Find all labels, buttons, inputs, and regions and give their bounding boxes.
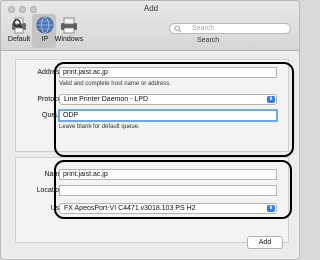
- search-field[interactable]: Search: [169, 23, 291, 34]
- use-driver-value: FX ApeosPort-VI C4471 v3018.103 PS H2: [64, 205, 196, 212]
- title-bar: Add Default IP Windows Search Search: [1, 1, 299, 51]
- window-title: Add: [143, 4, 159, 13]
- queue-hint: Leave blank for default queue.: [59, 124, 140, 130]
- ip-globe-icon: [36, 16, 54, 34]
- add-printer-window: Add Default IP Windows Search Search Add…: [0, 0, 300, 260]
- toolbar-windows-tab[interactable]: Windows: [54, 15, 84, 43]
- windows-printer-icon: [61, 17, 77, 34]
- chevron-updown-icon: ⬍: [267, 96, 275, 103]
- location-input[interactable]: [59, 185, 277, 196]
- search-icon: [174, 25, 182, 33]
- toolbar-windows-label: Windows: [54, 36, 84, 43]
- protocol-select[interactable]: Line Printer Daemon - LPD ⬍: [59, 94, 277, 105]
- search-caption: Search: [197, 37, 220, 44]
- search-placeholder: Search: [192, 24, 215, 32]
- use-driver-select[interactable]: FX ApeosPort-VI C4471 v3018.103 PS H2 ⬍: [59, 203, 277, 214]
- queue-input[interactable]: ODP: [58, 109, 278, 122]
- protocol-value: Line Printer Daemon - LPD: [64, 96, 149, 103]
- default-printer-icon: [12, 17, 26, 34]
- add-button[interactable]: Add: [247, 236, 283, 249]
- chevron-updown-icon: ⬍: [267, 205, 275, 212]
- address-hint: Valid and complete host name or address.: [59, 81, 171, 87]
- name-input[interactable]: print.jaist.ac.jp: [59, 169, 277, 180]
- address-input[interactable]: print.jaist.ac.jp: [59, 67, 277, 78]
